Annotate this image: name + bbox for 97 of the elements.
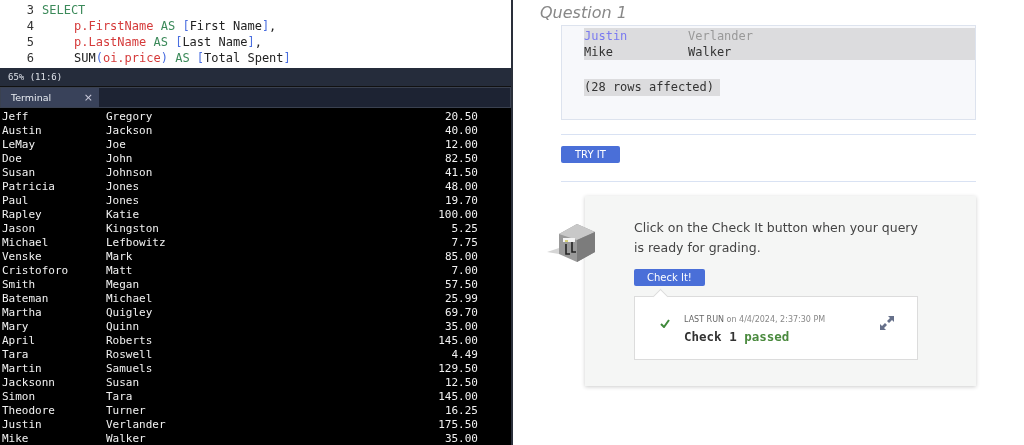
terminal-cell-text: Doe	[2, 151, 23, 165]
terminal-cell-text: Joe	[106, 137, 127, 151]
terminal-cell-text: April	[2, 333, 37, 347]
line-number: 3	[25, 3, 35, 17]
line-number: 6	[25, 51, 35, 65]
terminal-cell-text: 82.50	[443, 151, 478, 165]
terminal-cell-text: Mary	[2, 319, 30, 333]
terminal-cell-text: Tara	[2, 347, 30, 361]
terminal-cell-text: Jacksonn	[2, 375, 56, 389]
instruction-text: Click on the Check It button when your query is ready for grading.	[634, 219, 918, 257]
terminal-cell-text: 48.00	[443, 179, 478, 193]
terminal-cell-text: Gregory	[106, 109, 154, 123]
terminal-cell-text: 7.75	[450, 235, 478, 249]
terminal-cell-text: Susan	[2, 165, 37, 179]
check-status: passed	[744, 329, 790, 344]
terminal-cell-text: 19.70	[443, 193, 478, 207]
check-it-button[interactable]: Check It!	[634, 269, 705, 286]
terminal-cell-text: Jones	[106, 193, 141, 207]
terminal-cell-text: Quigley	[106, 305, 154, 319]
terminal-cell-text: Smith	[2, 277, 37, 291]
terminal-cell-text: Lefbowitz	[106, 235, 167, 249]
result-cell-text: Walker	[688, 45, 733, 59]
terminal-cell-text: Cristoforo	[2, 263, 70, 277]
terminal-cell-text: 69.70	[443, 305, 478, 319]
terminal-cell-text: Johnson	[106, 165, 154, 179]
question-title: Question 1	[540, 3, 627, 22]
terminal-cell-text: 41.50	[443, 165, 478, 179]
terminal-cell-text: Verlander	[106, 417, 167, 431]
terminal-cell-text: 16.25	[443, 403, 478, 417]
terminal-cell-text: 145.00	[437, 333, 478, 347]
terminal-cell-text: Kingston	[106, 221, 160, 235]
result-cell-text: Verlander	[688, 29, 755, 43]
close-icon[interactable]: ×	[83, 91, 93, 104]
terminal-cell-text: Roberts	[106, 333, 154, 347]
terminal-cell-text: Matt	[106, 263, 134, 277]
terminal-cell-text: 175.50	[437, 417, 478, 431]
terminal-cell-text: Rapley	[2, 207, 43, 221]
terminal-tab[interactable]: Terminal ×	[1, 88, 99, 107]
terminal-cell-text: 20.50	[443, 109, 478, 123]
terminal-cell-text: 100.00	[437, 207, 478, 221]
zoom-position-status: 65% (11:6)	[8, 72, 63, 82]
terminal-cell-text: Roswell	[106, 347, 154, 361]
terminal-cell-text: Austin	[2, 123, 43, 137]
check-name: Check 1	[684, 329, 737, 344]
terminal-cell-text: Martin	[2, 361, 43, 375]
terminal-cell-text: Patricia	[2, 179, 56, 193]
terminal-cell-text: Jackson	[106, 123, 154, 137]
terminal-cell-text: Mark	[106, 249, 134, 263]
terminal-cell-text: LeMay	[2, 137, 37, 151]
terminal-cell-text: John	[106, 151, 134, 165]
terminal-cell-text: 12.50	[443, 375, 478, 389]
terminal-cell-text: Justin	[2, 417, 43, 431]
terminal-cell-text: Katie	[106, 207, 141, 221]
line-number: 4	[25, 19, 35, 33]
terminal-cell-text: 25.99	[443, 291, 478, 305]
terminal-cell-text: Michael	[106, 291, 154, 305]
terminal-cell-text: Mike	[2, 431, 30, 445]
terminal-cell-text: 7.00	[450, 263, 478, 277]
terminal-cell-text: Susan	[106, 375, 141, 389]
terminal-cell-text: 35.00	[443, 431, 478, 445]
code-line: p.FirstName AS [First Name],	[74, 19, 277, 33]
rows-affected-text: (28 rows affected)	[584, 79, 721, 96]
code-line: SUM(oi.price) AS [Total Spent]	[74, 51, 291, 65]
terminal-cell-text: Megan	[106, 277, 141, 291]
terminal-cell-text: Walker	[106, 431, 147, 445]
terminal-cell-text: Paul	[2, 193, 30, 207]
terminal-cell-text: 145.00	[437, 389, 478, 403]
terminal-cell-text: Theodore	[2, 403, 56, 417]
line-number: 5	[25, 35, 35, 49]
terminal-cell-text: 57.50	[443, 277, 478, 291]
code-line: SELECT	[42, 3, 86, 17]
terminal-cell-text: Jason	[2, 221, 37, 235]
terminal-cell-text: Samuels	[106, 361, 154, 375]
terminal-cell-text: 5.25	[450, 221, 478, 235]
last-run-time: on 4/4/2024, 2:37:30 PM	[726, 315, 826, 324]
result-cell-text: Mike	[584, 45, 614, 59]
code-line: p.LastName AS [Last Name],	[74, 35, 262, 49]
terminal-cell-text: 40.00	[443, 123, 478, 137]
terminal-cell-text: Michael	[2, 235, 50, 249]
terminal-cell-text: Bateman	[2, 291, 50, 305]
terminal-cell-text: Jeff	[2, 109, 30, 123]
terminal-cell-text: Simon	[2, 389, 37, 403]
terminal-cell-text: 35.00	[443, 319, 478, 333]
terminal-cell-text: 129.50	[437, 361, 478, 375]
expand-icon[interactable]	[879, 315, 895, 331]
terminal-cell-text: Turner	[106, 403, 147, 417]
terminal-cell-text: 85.00	[443, 249, 478, 263]
terminal-cell-text: Venske	[2, 249, 43, 263]
terminal-cell-text: Jones	[106, 179, 141, 193]
terminal-cell-text: Tara	[106, 389, 134, 403]
terminal-cell-text: Quinn	[106, 319, 141, 333]
last-run-label: LAST RUN	[684, 315, 725, 324]
terminal-cell-text: 4.49	[450, 347, 478, 361]
try-it-button[interactable]: TRY IT	[561, 146, 620, 163]
terminal-cell-text: 12.00	[443, 137, 478, 151]
terminal-cell-text: Martha	[2, 305, 43, 319]
result-cell-text: Justin	[584, 29, 629, 43]
